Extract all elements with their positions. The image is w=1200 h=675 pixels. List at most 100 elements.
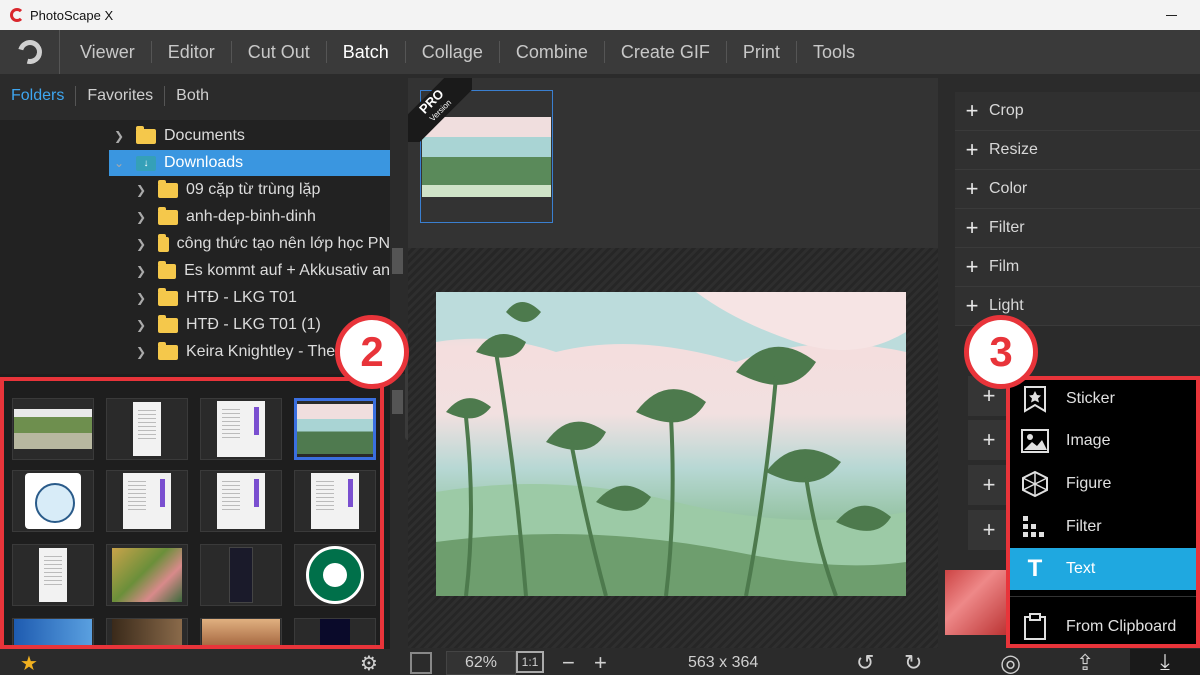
add-object-button[interactable]: + [968,420,1010,460]
chevron-down-icon[interactable]: ⌄ [114,156,124,170]
scrollbar-thumb[interactable] [392,248,403,274]
batch-filmstrip: PRO Version [408,78,938,248]
tree-item-folder[interactable]: ❯ HTĐ - LKG T01 [136,285,390,311]
tree-item-folder[interactable]: ❯ công thức tạo nên lớp học PN [136,231,390,257]
starbucks-logo-thumbnail [306,546,364,604]
image-icon [1018,426,1052,456]
tool-resize[interactable]: + Resize [955,131,1200,170]
tree-item-folder[interactable]: ❯ anh-dep-binh-dinh [136,204,390,230]
plus-icon: + [982,517,996,542]
tree-item-label: Es kommt auf + Akkusativ an [184,262,390,279]
tool-crop[interactable]: + Crop [955,92,1200,131]
menu-combine[interactable]: Combine [500,41,605,63]
thumbnail[interactable] [106,618,188,649]
menu-item-text[interactable]: T Text [1010,548,1196,590]
menu-collage[interactable]: Collage [406,41,500,63]
menu-tools[interactable]: Tools [797,41,871,63]
compare-button[interactable] [410,651,432,675]
thumbnail[interactable] [106,470,188,532]
chevron-right-icon[interactable]: ❯ [136,264,146,278]
scrollbar-thumb[interactable] [392,390,403,414]
menu-cut-out[interactable]: Cut Out [232,41,327,63]
minimize-button[interactable] [1162,6,1180,24]
menu-batch[interactable]: Batch [327,41,406,63]
thumbnail[interactable] [12,470,94,532]
menu-print[interactable]: Print [727,41,797,63]
menu-item-image[interactable]: Image [1010,420,1196,462]
thumbnail-image [133,402,161,456]
folder-icon [158,179,178,198]
photoscape-logo-icon [13,35,46,69]
tree-item-folder[interactable]: ❯ Es kommt auf + Akkusativ an [136,258,390,284]
chevron-right-icon[interactable]: ❯ [136,183,146,197]
gear-icon: ⚙ [360,652,378,675]
thumbnail-selected[interactable] [294,398,376,460]
tree-item-downloads[interactable]: ⌄ ↓ Downloads [109,150,390,176]
add-object-button[interactable]: + [968,465,1010,505]
menu-item-figure[interactable]: Figure [1010,463,1196,505]
chevron-right-icon[interactable]: ❯ [136,345,146,359]
rotate-left-icon: ↺ [856,650,875,675]
rotate-right-button[interactable]: ↻ [904,650,922,675]
thumbnail-image [297,404,373,454]
rotate-left-button[interactable]: ↺ [856,650,875,675]
thumbnail[interactable] [200,544,282,606]
tool-film[interactable]: + Film [955,248,1200,287]
thumbnail[interactable] [200,618,282,649]
menu-item-label: Filter [1066,518,1102,535]
thumbnail-image [25,473,81,529]
thumbnail-image [229,547,253,603]
tree-item-label: Documents [164,127,245,144]
menu-viewer[interactable]: Viewer [64,41,152,63]
tab-folders[interactable]: Folders [0,86,77,106]
annotation-badge-3: 3 [964,315,1038,389]
chevron-right-icon[interactable]: ❯ [136,210,146,224]
thumbnail[interactable] [12,618,94,649]
chevron-right-icon[interactable]: ❯ [136,237,146,251]
tab-favorites[interactable]: Favorites [76,86,166,106]
thumbnail-image [112,548,182,602]
thumbnail[interactable] [12,544,94,606]
chevron-right-icon[interactable]: ❯ [136,318,146,332]
menu-create-gif[interactable]: Create GIF [605,41,727,63]
thumbnail[interactable] [294,470,376,532]
tool-color[interactable]: + Color [955,170,1200,209]
thumbnail-scrollbar[interactable] [390,374,405,649]
thumbnail-image [14,409,92,449]
tab-both[interactable]: Both [165,86,220,106]
home-logo-button[interactable] [0,30,60,74]
menu-item-from-clipboard[interactable]: From Clipboard [1010,606,1196,648]
plus-icon: + [965,293,979,318]
thumbnail[interactable] [106,544,188,606]
chevron-right-icon[interactable]: ❯ [114,129,124,143]
thumbnail[interactable] [106,398,188,460]
actual-size-button[interactable]: 1:1 [516,651,544,673]
menu-item-filter[interactable]: Filter [1010,506,1196,548]
chevron-right-icon[interactable]: ❯ [136,291,146,305]
add-object-button[interactable]: + [968,510,1010,550]
save-button[interactable]: ⤓ [1130,649,1200,675]
thumbnail[interactable] [12,398,94,460]
download-icon: ⤓ [1160,649,1170,674]
tree-item-folder[interactable]: ❯ 09 cặp từ trùng lặp [136,177,390,203]
plus-icon: + [965,137,979,162]
share-button[interactable]: ⇪ [1076,650,1094,675]
menu-item-sticker[interactable]: Sticker [1010,378,1196,420]
batch-preview-area: PRO Version [408,78,938,648]
menu-item-label: Sticker [1066,390,1115,407]
preview-button[interactable]: ◎ [1000,650,1021,675]
zoom-in-button[interactable]: + [594,650,607,675]
menu-editor[interactable]: Editor [152,41,232,63]
thumbnail[interactable] [200,398,282,460]
app-logo-icon [10,8,24,22]
thumbnail[interactable] [294,618,376,649]
zoom-out-button[interactable]: − [562,650,575,675]
thumbnail[interactable] [200,470,282,532]
settings-button[interactable]: ⚙ [360,651,378,675]
tree-item-documents[interactable]: ❯ Documents [114,123,390,149]
favorite-button[interactable]: ★ [20,651,38,675]
browser-tabs: Folders Favorites Both [0,74,405,118]
tool-filter[interactable]: + Filter [955,209,1200,248]
zoom-level[interactable]: 62% [446,651,516,675]
thumbnail[interactable] [294,544,376,606]
